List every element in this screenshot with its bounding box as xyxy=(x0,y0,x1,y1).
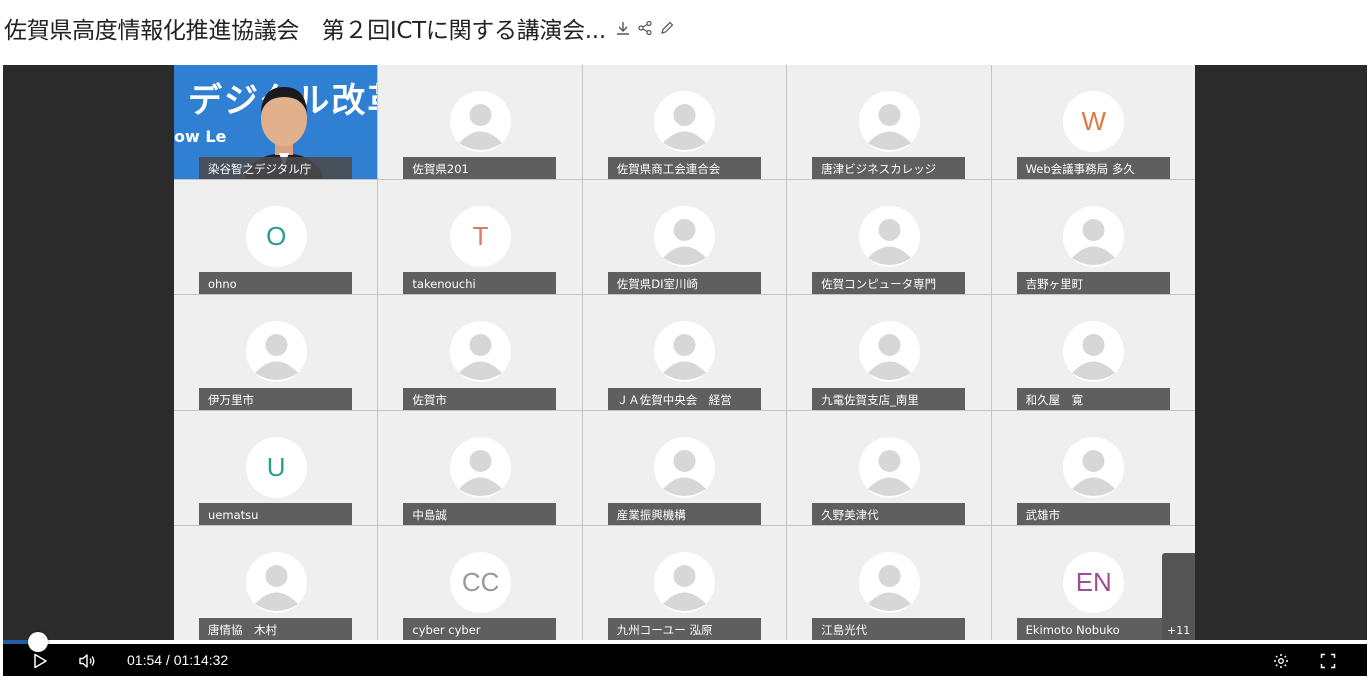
fullscreen-icon xyxy=(1320,653,1336,669)
volume-button[interactable] xyxy=(77,651,97,671)
avatar-initials: W xyxy=(1063,91,1125,152)
gear-icon xyxy=(1274,654,1288,668)
participant-name-label: uematsu xyxy=(199,502,352,525)
participant-grid: デジタル改革ow Le染谷智之デジタル庁佐賀県201佐賀県商工会連合会唐津ビジネ… xyxy=(174,65,1195,640)
video-player[interactable]: デジタル改革ow Le染谷智之デジタル庁佐賀県201佐賀県商工会連合会唐津ビジネ… xyxy=(3,65,1367,676)
participant-tile[interactable]: 中島誠 xyxy=(378,410,582,525)
avatar-initials: O xyxy=(245,206,307,268)
more-count: +11 xyxy=(1167,624,1191,637)
participant-tile[interactable]: 九電佐賀支店_南里 xyxy=(787,295,991,410)
participant-tile[interactable]: 産業振興機構 xyxy=(582,410,787,525)
participant-name-label: 佐賀県DI室川崎 xyxy=(607,272,761,295)
time-display: 01:54 / 01:14:32 xyxy=(127,652,229,668)
avatar-initials: U xyxy=(245,436,307,498)
participant-name-label: ohno xyxy=(199,272,352,295)
default-avatar-icon xyxy=(245,551,307,613)
control-bar: 01:54 / 01:14:32 xyxy=(3,632,1367,676)
default-avatar-icon xyxy=(450,436,512,498)
default-avatar-icon xyxy=(858,551,920,613)
participant-name-label: 産業振興機構 xyxy=(607,502,761,525)
pencil-icon[interactable] xyxy=(658,19,676,37)
video-title: 佐賀県高度情報化推進協議会 第２回ICTに関する講演会... xyxy=(4,18,606,44)
play-button[interactable] xyxy=(30,651,50,671)
participant-tile[interactable]: 佐賀県201 xyxy=(378,65,582,180)
participant-tile[interactable]: 唐津ビジネスカレッジ xyxy=(787,65,991,180)
default-avatar-icon xyxy=(1063,436,1125,498)
participant-name-label: 佐賀市 xyxy=(403,387,557,410)
participant-name-label: 中島誠 xyxy=(403,502,557,525)
participant-tile[interactable]: Oohno xyxy=(174,180,378,295)
more-participants-tab[interactable]: +11 xyxy=(1162,553,1195,640)
default-avatar-icon xyxy=(1063,206,1125,268)
avatar-initials: EN xyxy=(1063,551,1125,613)
settings-button[interactable] xyxy=(1271,651,1291,671)
participant-name-label: cyber cyber xyxy=(403,617,557,640)
default-avatar-icon xyxy=(654,91,716,152)
participant-tile[interactable]: W Web会議事務局 多久 xyxy=(991,65,1195,180)
participant-tile[interactable]: 佐賀市 xyxy=(378,295,582,410)
progress-bar[interactable] xyxy=(3,632,1367,652)
default-avatar-icon xyxy=(654,551,716,613)
share-icon[interactable] xyxy=(636,19,654,37)
participant-name-label: Web会議事務局 多久 xyxy=(1016,157,1170,180)
default-avatar-icon xyxy=(654,321,716,383)
default-avatar-icon xyxy=(450,91,512,152)
default-avatar-icon xyxy=(858,91,920,152)
avatar-initials: T xyxy=(450,206,512,268)
participant-name-label: 佐賀県商工会連合会 xyxy=(607,157,761,180)
participant-tile[interactable]: 佐賀コンピュータ専門 xyxy=(787,180,991,295)
participant-name-label: Ekimoto Nobuko xyxy=(1016,617,1170,640)
default-avatar-icon xyxy=(654,436,716,498)
title-actions xyxy=(614,19,676,37)
participant-tile[interactable]: デジタル改革ow Le染谷智之デジタル庁 xyxy=(174,65,378,180)
participant-name-label: 佐賀コンピュータ専門 xyxy=(812,272,966,295)
default-avatar-icon xyxy=(450,321,512,383)
background-banner-subtext: ow Le xyxy=(174,127,227,146)
participant-tile[interactable]: 佐賀県DI室川崎 xyxy=(582,180,787,295)
participant-tile[interactable]: 久野美津代 xyxy=(787,410,991,525)
participant-name-label: 佐賀県201 xyxy=(403,157,557,180)
participant-name-label: 武雄市 xyxy=(1016,502,1170,525)
title-row: 佐賀県高度情報化推進協議会 第２回ICTに関する講演会... xyxy=(4,8,676,48)
participant-name-label: 和久屋 寛 xyxy=(1016,387,1170,410)
participant-tile[interactable]: 吉野ヶ里町 xyxy=(991,180,1195,295)
play-icon xyxy=(34,653,47,669)
participant-name-label: 九電佐賀支店_南里 xyxy=(812,387,966,410)
fullscreen-button[interactable] xyxy=(1318,651,1338,671)
participant-name-label: ＪＡ佐賀中央会 経営 xyxy=(607,387,761,410)
default-avatar-icon xyxy=(654,206,716,268)
participant-name-label: 伊万里市 xyxy=(199,387,352,410)
participant-tile[interactable]: ＪＡ佐賀中央会 経営 xyxy=(582,295,787,410)
participant-name-label: 染谷智之デジタル庁 xyxy=(199,157,352,180)
participant-tile[interactable]: 九州コーユー 泓原 xyxy=(582,525,787,640)
participant-tile[interactable]: 江島光代 xyxy=(787,525,991,640)
participant-name-label: takenouchi xyxy=(403,272,557,295)
participant-name-label: 唐津ビジネスカレッジ xyxy=(812,157,966,180)
download-icon[interactable] xyxy=(614,19,632,37)
participant-name-label: 久野美津代 xyxy=(812,502,966,525)
participant-tile[interactable]: Uuematsu xyxy=(174,410,378,525)
default-avatar-icon xyxy=(858,206,920,268)
default-avatar-icon xyxy=(1063,321,1125,383)
default-avatar-icon xyxy=(858,321,920,383)
participant-tile[interactable]: 唐情協 木村 xyxy=(174,525,378,640)
progress-knob[interactable] xyxy=(27,632,48,652)
participant-name-label: 九州コーユー 泓原 xyxy=(607,617,761,640)
participant-tile[interactable]: 和久屋 寛 xyxy=(991,295,1195,410)
participant-tile[interactable]: Ttakenouchi xyxy=(378,180,582,295)
participant-name-label: 唐情協 木村 xyxy=(199,617,352,640)
default-avatar-icon xyxy=(858,436,920,498)
participant-tile[interactable]: CC cyber cyber xyxy=(378,525,582,640)
participant-tile[interactable]: 伊万里市 xyxy=(174,295,378,410)
default-avatar-icon xyxy=(245,321,307,383)
participant-tile[interactable]: 佐賀県商工会連合会 xyxy=(582,65,787,180)
volume-icon xyxy=(79,654,95,668)
participant-name-label: 江島光代 xyxy=(812,617,966,640)
participant-name-label: 吉野ヶ里町 xyxy=(1016,272,1170,295)
participant-tile[interactable]: 武雄市 xyxy=(991,410,1195,525)
avatar-initials: CC xyxy=(450,551,512,613)
